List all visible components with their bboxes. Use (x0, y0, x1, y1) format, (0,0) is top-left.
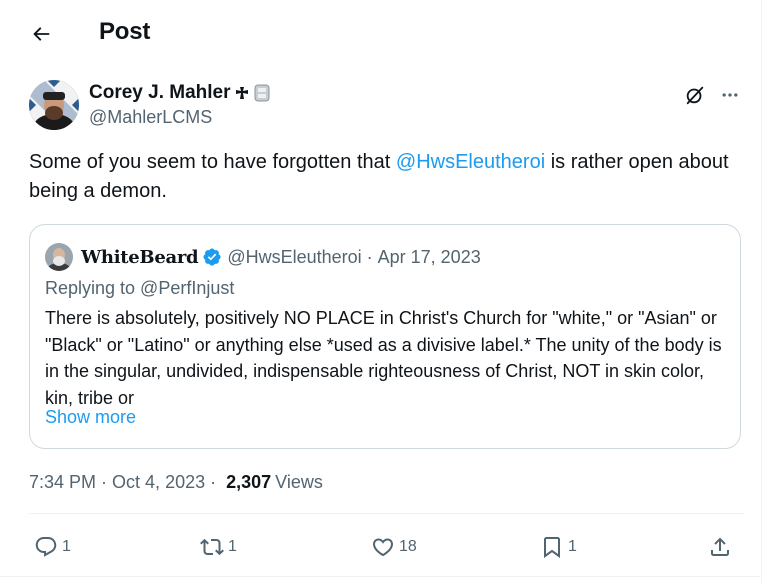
like-count: 18 (399, 538, 417, 555)
verified-badge-icon (203, 248, 221, 266)
repost-icon (200, 538, 224, 556)
post-text: Some of you seem to have forgotten that … (29, 148, 744, 206)
quoted-post-text: There is absolutely, positively NO PLACE… (45, 308, 722, 408)
author-handle[interactable]: @MahlerLCMS (89, 107, 212, 128)
post-text-start: Some of you seem to have forgotten that (29, 151, 396, 173)
reply-icon (35, 537, 57, 557)
author-name[interactable]: Corey J. Mahler (89, 82, 271, 104)
author-name-text: Corey J. Mahler (89, 82, 231, 103)
reply-count: 1 (62, 538, 71, 555)
bookmark-icon (544, 537, 560, 558)
show-more-link[interactable]: Show more (45, 407, 136, 428)
meta-separator: · (101, 472, 108, 492)
meta-separator: · (210, 472, 217, 492)
quoted-author-avatar (45, 243, 73, 271)
more-options-button[interactable] (717, 82, 743, 108)
share-button[interactable] (708, 530, 732, 564)
quoted-post[interactable]: WhiteBeard @HwsEleutheroi · Apr 17, 2023… (29, 224, 741, 449)
reply-button[interactable]: 1 (34, 530, 71, 564)
repost-count: 1 (228, 538, 237, 555)
post-time[interactable]: 7:34 PM (29, 472, 96, 493)
post-date[interactable]: Oct 4, 2023 (112, 472, 205, 493)
quoted-author-handle: @HwsEleutheroi (227, 246, 362, 267)
grok-icon (686, 86, 704, 105)
quoted-date-separator: · (366, 246, 373, 267)
column-border (761, 0, 762, 583)
views-label: Views (275, 472, 323, 492)
cross-pattee-icon (235, 87, 248, 99)
author-avatar[interactable] (29, 80, 79, 130)
share-icon (711, 537, 729, 556)
like-button[interactable]: 18 (371, 530, 417, 564)
more-dots-icon (722, 93, 738, 97)
post-metadata: 7:34 PM · Oct 4, 2023 · 2,307 Views (29, 472, 323, 493)
quoted-post-header: WhiteBeard @HwsEleutheroi · Apr 17, 2023 (45, 243, 481, 271)
replying-to-text: Replying to @PerfInjust (45, 278, 235, 298)
bookmark-button[interactable]: 1 (540, 530, 577, 564)
back-button[interactable] (26, 19, 56, 49)
mention-link[interactable]: @HwsEleutheroi (396, 151, 545, 173)
quoted-post-date: Apr 17, 2023 (377, 246, 481, 267)
post-author: Corey J. Mahler @MahlerLCMS (29, 80, 749, 136)
arrow-left-icon (33, 27, 50, 41)
quoted-author-name: WhiteBeard (81, 246, 199, 268)
divider (29, 513, 744, 514)
bookmark-count: 1 (568, 538, 577, 555)
grok-button[interactable] (682, 82, 708, 108)
post-header: Post (0, 0, 760, 66)
action-bar: 1 1 18 1 (0, 530, 768, 564)
emoji-badge-icon (254, 84, 269, 102)
repost-button[interactable]: 1 (200, 530, 237, 564)
page-title: Post (99, 18, 151, 45)
bottom-divider (0, 576, 760, 577)
views-count: 2,307 (226, 472, 272, 492)
heart-icon (372, 538, 394, 557)
